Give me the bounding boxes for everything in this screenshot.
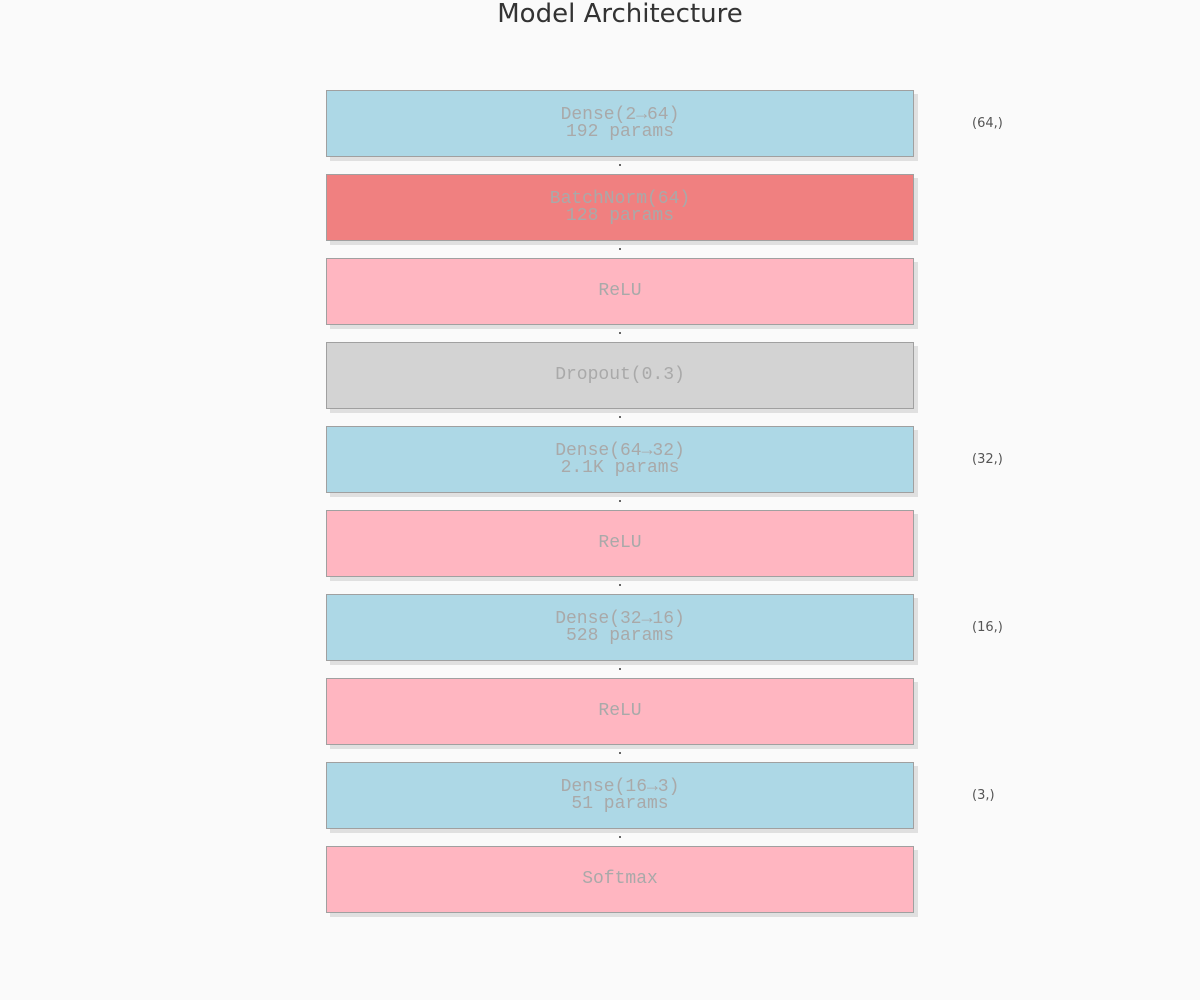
layer-label: ReLU — [598, 281, 642, 301]
layer-label: Dense(32→16) — [555, 608, 685, 629]
layer-label: Dense(2→64) — [560, 104, 680, 125]
layer-label: ReLU — [598, 533, 642, 553]
layer-activation-box: ReLU — [326, 258, 914, 325]
layer-label: Softmax — [582, 869, 658, 889]
layer-label: BatchNorm(64) — [549, 188, 691, 209]
layer-activation-box: Softmax — [326, 846, 914, 913]
layer-label: Dense(64→32) — [555, 440, 685, 461]
diagram-canvas: Model Architecture Dense(2→64) 192 params… — [0, 0, 1200, 1000]
connector-arrow — [619, 668, 621, 670]
connector-arrow — [619, 584, 621, 586]
layer-dense-box: Dense(64→32) 2.1K params — [326, 426, 914, 493]
layer-stack: Dense(2→64) 192 params (64,) BatchNorm(64) 1… — [0, 0, 1200, 1000]
layer-dense-box: Dense(32→16) 528 params — [326, 594, 914, 661]
layer-label: Dropout(0.3) — [555, 365, 685, 385]
layer-activation-box: ReLU — [326, 510, 914, 577]
layer-params: 51 params — [571, 793, 669, 814]
layer-label: Dense(16→3) — [560, 776, 680, 797]
connector-arrow — [619, 248, 621, 250]
layer-params: 128 params — [565, 205, 675, 226]
connector-arrow — [619, 164, 621, 166]
connector-arrow — [619, 332, 621, 334]
connector-arrow — [619, 500, 621, 502]
output-shape-label: (32,) — [972, 451, 1003, 467]
connector-arrow — [619, 836, 621, 838]
layer-dense-box: Dense(16→3) 51 params — [326, 762, 914, 829]
output-shape-label: (64,) — [972, 115, 1003, 131]
layer-label: ReLU — [598, 701, 642, 721]
connector-arrow — [619, 752, 621, 754]
layer-params: 528 params — [565, 625, 675, 646]
layer-activation-box: ReLU — [326, 678, 914, 745]
layer-params: 2.1K params — [560, 457, 680, 478]
output-shape-label: (3,) — [972, 787, 995, 803]
layer-dropout-box: Dropout(0.3) — [326, 342, 914, 409]
layer-dense-box: Dense(2→64) 192 params — [326, 90, 914, 157]
layer-params: 192 params — [565, 121, 675, 142]
layer-batchnorm-box: BatchNorm(64) 128 params — [326, 174, 914, 241]
connector-arrow — [619, 416, 621, 418]
output-shape-label: (16,) — [972, 619, 1003, 635]
